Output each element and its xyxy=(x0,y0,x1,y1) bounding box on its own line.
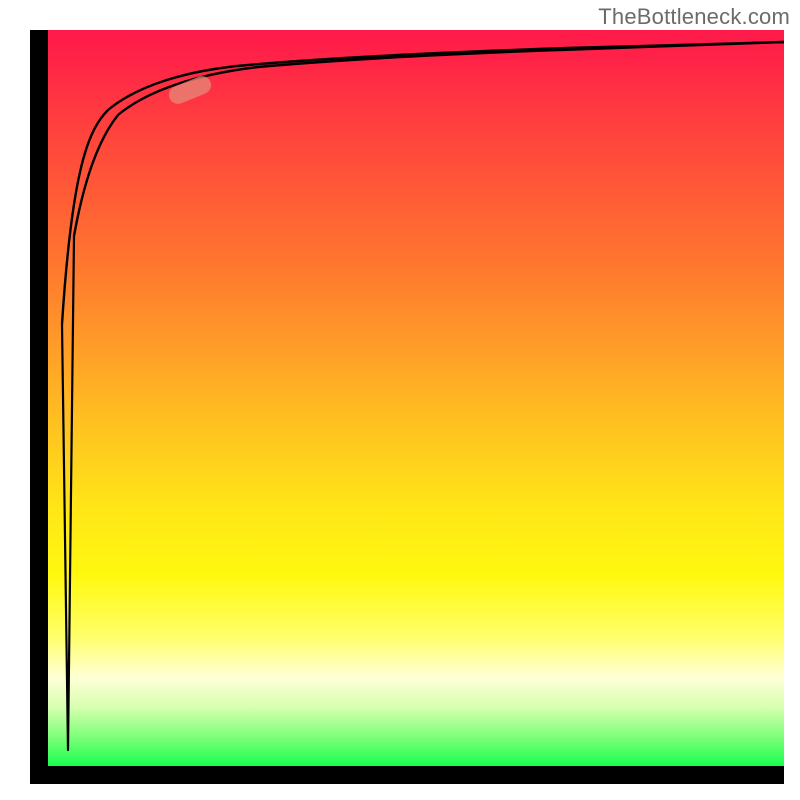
chart-frame xyxy=(30,30,784,784)
chart-svg xyxy=(48,30,784,766)
attribution-text: TheBottleneck.com xyxy=(598,4,790,30)
bottleneck-curve-line-continuation xyxy=(74,42,784,236)
bottleneck-curve-line xyxy=(62,42,784,324)
